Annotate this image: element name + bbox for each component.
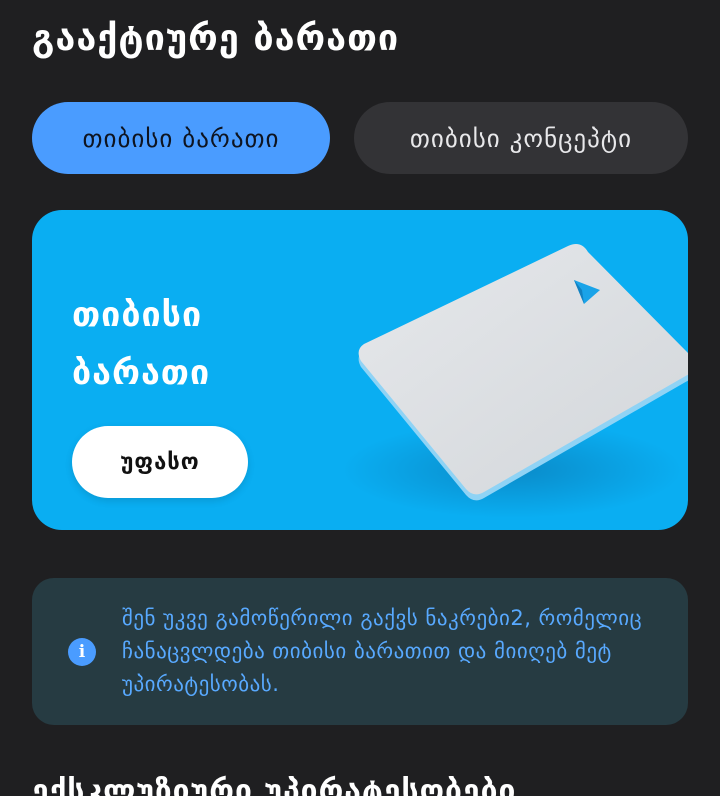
card-promo-banner: თიბისი ბარათი უფასო (32, 210, 688, 530)
replacement-notice: i შენ უკვე გამოწერილი გაქვს ნაკრები2, რო… (32, 578, 688, 725)
free-button[interactable]: უფასო (72, 426, 248, 498)
page-title: გააქტიურე ბარათი (32, 18, 400, 59)
info-icon: i (68, 638, 96, 666)
notice-text: შენ უკვე გამოწერილი გაქვს ნაკრები2, რომე… (122, 606, 643, 696)
card-illustration (342, 244, 688, 518)
promo-title-line2: ბარათი (72, 353, 211, 393)
activate-card-screen: გააქტიურე ბარათი თიბისი ბარათი თიბისი კო… (0, 0, 720, 796)
section-title: ექსკლუზიური უპირატესობები (32, 774, 517, 796)
promo-title-line1: თიბისი (72, 295, 203, 335)
tab-tbc-concept[interactable]: თიბისი კონცეპტი (354, 102, 688, 174)
promo-title: თიბისი ბარათი (72, 286, 210, 402)
card-type-tabs: თიბისი ბარათი თიბისი კონცეპტი (32, 102, 688, 174)
tab-tbc-card[interactable]: თიბისი ბარათი (32, 102, 330, 174)
